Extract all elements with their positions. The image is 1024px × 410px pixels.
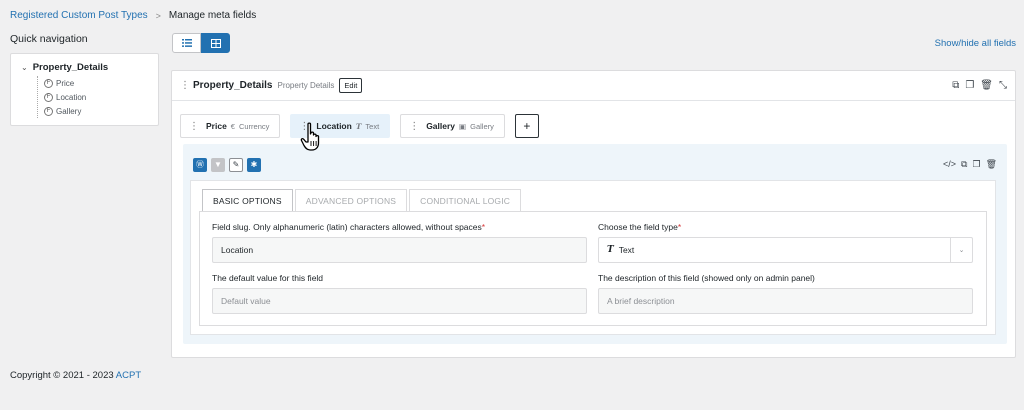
- code-icon[interactable]: </>: [943, 159, 956, 170]
- field-type: Gallery: [470, 121, 494, 131]
- tab-conditional-logic[interactable]: CONDITIONAL LOGIC: [409, 189, 522, 211]
- basic-options-panel: Field slug. Only alphanumeric (latin) ch…: [199, 211, 987, 326]
- wordpress-icon[interactable]: Ⓦ: [193, 157, 207, 172]
- description-input[interactable]: A brief description: [598, 288, 973, 314]
- breadcrumb-root-link[interactable]: Registered Custom Post Types: [10, 10, 148, 21]
- quick-nav-box-item[interactable]: ⌄ Property_Details: [21, 62, 148, 73]
- filter-icon[interactable]: ▼: [211, 157, 225, 172]
- pencil-icon[interactable]: ✎: [229, 157, 243, 172]
- field-editor-panel: Ⓦ ▼ ✎ ✱ </> ⧉ ❐ 🗑 BASIC OPTIONS ADVANCED…: [183, 144, 1007, 344]
- field-type-group: Choose the field type* T Text ⌄: [598, 222, 973, 263]
- tab-advanced-options[interactable]: ADVANCED OPTIONS: [294, 189, 408, 211]
- chevron-down-icon[interactable]: ⌄: [21, 63, 28, 72]
- gallery-icon: ▣: [459, 121, 467, 131]
- field-badge-icon: F: [44, 78, 53, 88]
- field-type-select[interactable]: T Text ⌄: [598, 237, 973, 263]
- quick-nav-field-label[interactable]: Location: [56, 93, 86, 102]
- chevron-down-icon[interactable]: ⌄: [950, 238, 972, 262]
- trash-icon[interactable]: 🗑: [980, 80, 993, 91]
- asterisk-icon[interactable]: ✱: [247, 157, 261, 172]
- slug-input[interactable]: Location: [212, 237, 587, 263]
- copy-icon[interactable]: ❐: [972, 159, 980, 170]
- drag-handle-icon[interactable]: ⋮: [409, 121, 419, 132]
- quick-nav-field-item[interactable]: F Location: [44, 90, 148, 104]
- quick-nav-field-list: F Price F Location F Gallery: [37, 76, 148, 118]
- view-toggle: [172, 33, 230, 53]
- list-view-button[interactable]: [172, 33, 201, 53]
- edit-box-button[interactable]: Edit: [339, 78, 363, 93]
- trash-icon[interactable]: 🗑: [986, 159, 997, 170]
- quick-nav-box-label[interactable]: Property_Details: [33, 62, 109, 73]
- copy-icon[interactable]: ❐: [965, 80, 974, 91]
- list-icon: [181, 39, 192, 47]
- field-editor-actions: </> ⧉ ❐ 🗑: [943, 159, 997, 170]
- field-options-card: BASIC OPTIONS ADVANCED OPTIONS CONDITION…: [190, 180, 996, 335]
- default-value-label: The default value for this field: [212, 273, 324, 283]
- grid-icon: [210, 38, 221, 48]
- field-badge-icon: F: [44, 92, 53, 102]
- acpt-link[interactable]: ACPT: [116, 370, 141, 381]
- quick-navigation-title: Quick navigation: [10, 33, 88, 45]
- quick-nav-field-label[interactable]: Price: [56, 79, 74, 88]
- quick-navigation-panel: ⌄ Property_Details F Price F Location F …: [10, 53, 159, 126]
- fields-row: ⋮ Price € Currency ⋮ Location T Text ⋮ G…: [172, 101, 1015, 143]
- default-value-group: The default value for this field Default…: [212, 273, 587, 314]
- breadcrumb-current: Manage meta fields: [168, 10, 257, 21]
- field-type-label: Choose the field type*: [598, 222, 682, 232]
- collapse-icon[interactable]: ⤡: [999, 80, 1007, 91]
- grid-view-button[interactable]: [201, 33, 230, 53]
- hand-cursor-icon: [300, 122, 320, 151]
- quick-nav-field-label[interactable]: Gallery: [56, 107, 81, 116]
- meta-box-label: Property Details: [277, 81, 335, 90]
- field-type: Text: [365, 121, 380, 131]
- show-hide-all-fields-link[interactable]: Show/hide all fields: [935, 38, 1016, 49]
- meta-box-name: Property_Details: [193, 80, 273, 91]
- field-type: Currency: [238, 121, 270, 131]
- copyright-text: Copyright © 2021 - 2023: [10, 370, 114, 381]
- slug-label: Field slug. Only alphanumeric (latin) ch…: [212, 222, 486, 232]
- meta-box-actions: ⧉ ❐ 🗑 ⤡: [952, 80, 1007, 91]
- slug-group: Field slug. Only alphanumeric (latin) ch…: [212, 222, 587, 263]
- options-tabs: BASIC OPTIONS ADVANCED OPTIONS CONDITION…: [191, 181, 995, 211]
- breadcrumb-separator: >: [155, 10, 161, 21]
- quick-nav-field-item[interactable]: F Price: [44, 76, 148, 90]
- default-value-input[interactable]: Default value: [212, 288, 587, 314]
- field-name: Gallery: [426, 121, 456, 131]
- meta-box-card: ⋮ Property_Details Property Details Edit…: [171, 70, 1016, 358]
- quick-nav-field-item[interactable]: F Gallery: [44, 104, 148, 118]
- meta-box-header: ⋮ Property_Details Property Details Edit…: [172, 71, 1015, 101]
- field-tab-gallery[interactable]: ⋮ Gallery ▣ Gallery: [400, 114, 505, 138]
- duplicate-icon[interactable]: ⧉: [961, 159, 967, 170]
- breadcrumb: Registered Custom Post Types > Manage me…: [10, 10, 256, 21]
- footer: Copyright © 2021 - 2023 ACPT: [10, 370, 141, 381]
- text-type-icon: T: [607, 245, 614, 255]
- field-type-value: Text: [618, 245, 635, 255]
- field-badge-icon: F: [44, 106, 53, 116]
- tab-basic-options[interactable]: BASIC OPTIONS: [202, 189, 293, 211]
- text-type-icon: T: [355, 121, 362, 131]
- required-mark: *: [481, 222, 486, 232]
- add-field-button[interactable]: +: [514, 114, 539, 138]
- drag-handle-icon[interactable]: ⋮: [180, 80, 190, 91]
- field-name: Price: [206, 121, 227, 131]
- required-mark: *: [677, 222, 682, 232]
- currency-icon: €: [230, 121, 235, 131]
- description-group: The description of this field (showed on…: [598, 273, 973, 314]
- field-tab-price[interactable]: ⋮ Price € Currency: [180, 114, 281, 138]
- drag-handle-icon[interactable]: ⋮: [189, 121, 199, 132]
- duplicate-icon[interactable]: ⧉: [952, 80, 959, 91]
- description-label: The description of this field (showed on…: [598, 273, 815, 283]
